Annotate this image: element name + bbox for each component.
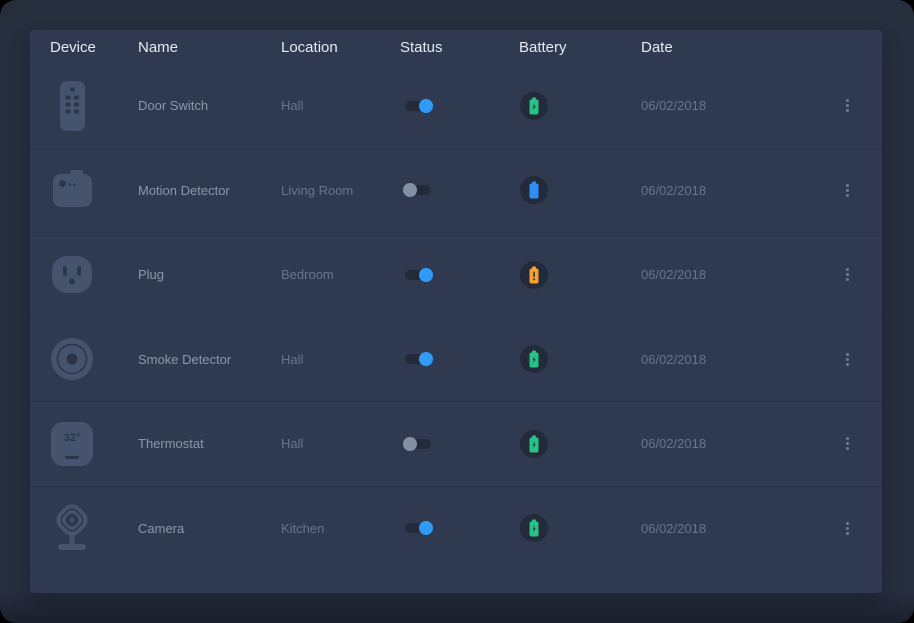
- toggle-knob: [403, 437, 417, 451]
- table-header: Device Name Location Status Battery Date: [30, 30, 882, 64]
- battery-icon: [528, 519, 540, 537]
- status-toggle[interactable]: [405, 185, 431, 195]
- plug-icon: [50, 247, 94, 303]
- devices-table: Device Name Location Status Battery Date…: [30, 30, 882, 593]
- device-date: 06/02/2018: [641, 267, 812, 282]
- status-cell: [400, 101, 519, 111]
- table-row: Camera Kitchen 06/02/2018: [30, 487, 882, 572]
- kebab-menu-icon[interactable]: [842, 433, 853, 454]
- battery-icon: [528, 266, 540, 284]
- kebab-menu-icon[interactable]: [842, 264, 853, 285]
- column-header-date: Date: [641, 39, 812, 56]
- thermostat-icon: 32°: [50, 416, 94, 472]
- status-cell: [400, 523, 519, 533]
- status-toggle[interactable]: [405, 439, 431, 449]
- battery-indicator: [520, 261, 548, 289]
- thermostat-temperature: 32°: [64, 432, 81, 444]
- column-header-battery: Battery: [519, 39, 641, 56]
- device-icon-cell: 32°: [30, 416, 138, 472]
- battery-indicator: [520, 345, 548, 373]
- column-header-name: Name: [138, 39, 281, 56]
- table-row: 32° Thermostat Hall 06/02/2018: [30, 402, 882, 487]
- battery-icon: [528, 350, 540, 368]
- device-name: Motion Detector: [138, 183, 281, 198]
- table-row: Door Switch Hall 06/02/2018: [30, 64, 882, 149]
- battery-icon: [528, 97, 540, 115]
- battery-icon: [528, 435, 540, 453]
- toggle-knob: [403, 183, 417, 197]
- device-name: Plug: [138, 267, 281, 282]
- table-body: Door Switch Hall 06/02/2018: [30, 64, 882, 571]
- device-date: 06/02/2018: [641, 436, 812, 451]
- battery-indicator: [520, 92, 548, 120]
- device-location: Bedroom: [281, 267, 400, 282]
- battery-cell: [519, 345, 641, 373]
- device-date: 06/02/2018: [641, 352, 812, 367]
- screenshot-root: Device Name Location Status Battery Date…: [0, 0, 914, 623]
- toggle-knob: [419, 521, 433, 535]
- menu-cell: [812, 518, 882, 539]
- camera-icon: [50, 500, 94, 556]
- device-name: Camera: [138, 521, 281, 536]
- toggle-knob: [419, 99, 433, 113]
- menu-cell: [812, 349, 882, 370]
- app-window: Device Name Location Status Battery Date…: [0, 0, 914, 623]
- table-row: Motion Detector Living Room 06/02/2018: [30, 149, 882, 234]
- battery-icon: [528, 181, 540, 199]
- battery-cell: [519, 514, 641, 542]
- battery-indicator: [520, 430, 548, 458]
- device-date: 06/02/2018: [641, 521, 812, 536]
- device-location: Living Room: [281, 183, 400, 198]
- battery-cell: [519, 261, 641, 289]
- battery-cell: [519, 430, 641, 458]
- device-location: Hall: [281, 352, 400, 367]
- menu-cell: [812, 433, 882, 454]
- device-icon-cell: [30, 162, 138, 218]
- status-toggle[interactable]: [405, 101, 431, 111]
- status-cell: [400, 354, 519, 364]
- kebab-menu-icon[interactable]: [842, 349, 853, 370]
- menu-cell: [812, 95, 882, 116]
- menu-cell: [812, 264, 882, 285]
- battery-cell: [519, 176, 641, 204]
- device-icon-cell: [30, 331, 138, 387]
- device-icon-cell: [30, 78, 138, 134]
- table-row: Plug Bedroom 06/02/2018: [30, 233, 882, 318]
- table-row: Smoke Detector Hall 06/02/2018: [30, 318, 882, 403]
- device-name: Thermostat: [138, 436, 281, 451]
- kebab-menu-icon[interactable]: [842, 518, 853, 539]
- device-icon-cell: [30, 247, 138, 303]
- column-header-location: Location: [281, 39, 400, 56]
- kebab-menu-icon[interactable]: [842, 95, 853, 116]
- status-cell: [400, 185, 519, 195]
- device-location: Hall: [281, 98, 400, 113]
- device-date: 06/02/2018: [641, 98, 812, 113]
- menu-cell: [812, 180, 882, 201]
- device-date: 06/02/2018: [641, 183, 812, 198]
- status-toggle[interactable]: [405, 523, 431, 533]
- status-cell: [400, 270, 519, 280]
- toggle-knob: [419, 352, 433, 366]
- column-header-device: Device: [30, 39, 138, 56]
- device-icon-cell: [30, 500, 138, 556]
- motion-detector-icon: [50, 162, 94, 218]
- device-name: Smoke Detector: [138, 352, 281, 367]
- battery-cell: [519, 92, 641, 120]
- device-location: Kitchen: [281, 521, 400, 536]
- device-name: Door Switch: [138, 98, 281, 113]
- status-cell: [400, 439, 519, 449]
- battery-indicator: [520, 514, 548, 542]
- kebab-menu-icon[interactable]: [842, 180, 853, 201]
- status-toggle[interactable]: [405, 270, 431, 280]
- remote-icon: [50, 78, 94, 134]
- device-location: Hall: [281, 436, 400, 451]
- column-header-status: Status: [400, 39, 519, 56]
- toggle-knob: [419, 268, 433, 282]
- smoke-detector-icon: [50, 331, 94, 387]
- battery-indicator: [520, 176, 548, 204]
- status-toggle[interactable]: [405, 354, 431, 364]
